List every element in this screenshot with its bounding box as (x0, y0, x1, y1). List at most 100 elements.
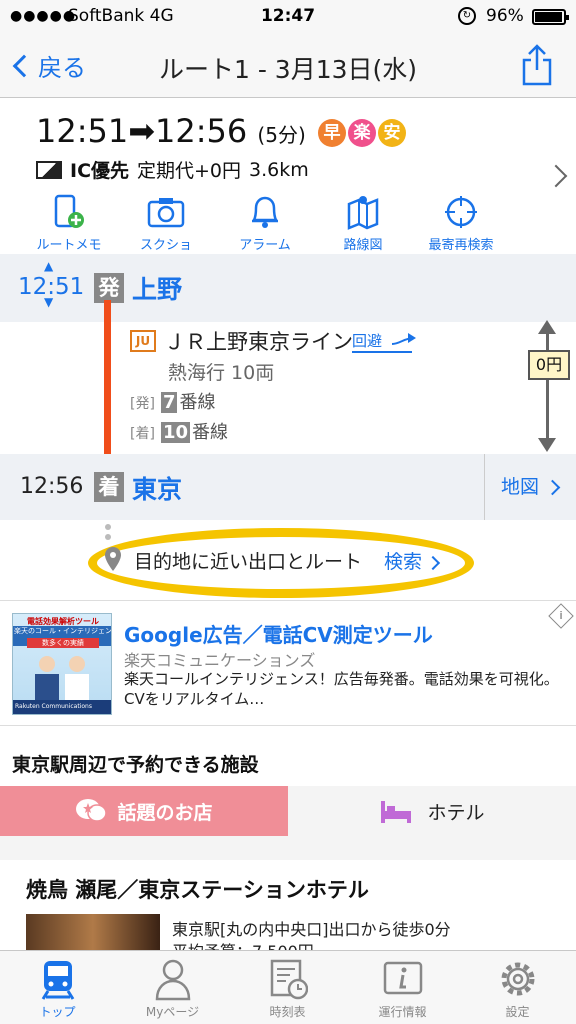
ad-people-icon (35, 656, 89, 702)
tool-label: ルートメモ (36, 238, 102, 253)
detour-arrow-icon (392, 333, 416, 345)
detour-button[interactable]: 回避 (352, 330, 416, 353)
departure-platform: [発] 7 番線 (130, 388, 215, 414)
ad-description: 楽天コールインテリジェンス！広告毎発番。電話効果を可視化。CVをリアルタイム… (124, 670, 559, 708)
alarm-button[interactable]: アラーム (210, 194, 320, 253)
tab-top[interactable]: トップ (0, 951, 115, 1024)
platform-tag: [発] (130, 396, 155, 412)
tab-label: 話題のお店 (117, 801, 213, 824)
exit-route-label: 目的地に近い出口とルート (134, 551, 363, 573)
triangle-down-icon (538, 438, 556, 452)
route-memo-icon (54, 194, 84, 228)
tool-label: スクショ (139, 238, 192, 253)
route-summary[interactable]: 12:51➡12:56 (5分) 早楽安 IC優先 定期代+0円 3.6km ル… (0, 98, 576, 254)
ic-card-icon (36, 160, 62, 179)
line-name: ＪＲ上野東京ライン (164, 330, 353, 354)
nav-bar: ルート1 - 3月13日(水) 戻る (0, 34, 576, 98)
line-code-badge: JU (130, 330, 156, 352)
tab-label: Myページ (145, 1005, 200, 1019)
arrival-time: 12:56 (20, 474, 84, 499)
walk-dot (105, 524, 111, 530)
shop-access: 東京駅[丸の内中央口]出口から徒歩0分 (172, 920, 451, 939)
walk-dot (105, 534, 111, 540)
platform-number: 7 (160, 392, 178, 413)
exit-search-button[interactable]: 検索 (384, 547, 441, 574)
route-map-button[interactable]: 路線図 (308, 194, 418, 253)
arrival-chip: 着 (94, 472, 124, 502)
location-pin-icon (105, 547, 121, 571)
tab-label: トップ (39, 1005, 76, 1019)
ad-title[interactable]: Google広告／電話CV測定ツール (124, 619, 433, 648)
train-destination: 熱海行 10両 (168, 362, 275, 384)
camera-icon (147, 198, 185, 228)
triangle-up-icon (538, 320, 556, 334)
fare-scale (546, 326, 549, 444)
tab-hotels[interactable]: ホテル (288, 786, 576, 836)
status-bar: ●●●●● SoftBank 4G 12:47 ↻ 96% (0, 0, 576, 34)
arrival-station-row[interactable]: 12:56 着 東京 地図 (0, 454, 576, 520)
tab-label: 設定 (505, 1005, 530, 1019)
tab-timetable[interactable]: 時刻表 (230, 951, 345, 1024)
tool-label: アラーム (239, 238, 291, 253)
nearest-research-button[interactable]: 最寄再検索 (406, 194, 516, 253)
exit-route-row[interactable]: 目的地に近い出口とルート 検索 (0, 520, 576, 600)
tab-popular-shops[interactable]: 話題のお店 (0, 786, 288, 836)
route-segment: JU ＪＲ上野東京ライン 回避 熱海行 10両 [発] 7 番線 [着] 10 番線 (0, 322, 576, 454)
platform-number: 10 (160, 422, 190, 443)
chat-star-icon (76, 799, 108, 822)
detour-label: 回避 (352, 332, 383, 350)
section-title: 東京駅周辺で予約できる施設 (12, 754, 259, 776)
ad-info-icon[interactable]: i (548, 603, 574, 629)
tab-bar: トップ Myページ 時刻表 運行情報 設定 (0, 950, 576, 1024)
fastest-badge: 早 (317, 119, 346, 147)
arrival-time: 12:56 (155, 112, 248, 150)
chevron-right-icon (544, 479, 561, 496)
departure-time: 12:51 (18, 274, 85, 300)
chevron-left-icon (12, 54, 36, 77)
ad-image[interactable]: 電話効果解析ツール 楽天のコール・インテリジェンス 数多くの実績 Rakuten… (12, 613, 112, 715)
platform-suffix: 番線 (192, 422, 228, 443)
map-button[interactable]: 地図 (484, 454, 576, 520)
rotation-lock-icon: ↻ (458, 7, 476, 25)
back-button[interactable]: 戻る (10, 48, 86, 83)
chevron-right-icon (425, 555, 441, 571)
fare-row: IC優先 定期代+0円 3.6km (36, 156, 309, 183)
share-icon[interactable] (520, 44, 554, 86)
target-icon (445, 196, 477, 228)
person-icon (155, 959, 190, 1001)
arrival-station-name[interactable]: 東京 (132, 470, 182, 506)
screenshot-button[interactable]: スクショ (111, 194, 221, 253)
chevron-right-icon[interactable] (544, 164, 568, 188)
advertisement[interactable]: 電話効果解析ツール 楽天のコール・インテリジェンス 数多くの実績 Rakuten… (0, 600, 576, 726)
divider (0, 836, 576, 860)
tab-settings[interactable]: 設定 (460, 951, 575, 1024)
ad-image-badge: 数多くの実績 (27, 638, 99, 648)
shop-name[interactable]: 焼鳥 瀬尾／東京ステーションホテル (26, 874, 369, 904)
shop-price: 平均予算：7,500円 (172, 938, 314, 950)
route-times: 12:51➡12:56 (5分) 早楽安 (36, 112, 406, 150)
route-memo-button[interactable]: ルートメモ (14, 194, 124, 253)
departure-station-row[interactable]: ▲ ▼ 12:51 発 上野 (0, 254, 576, 322)
timetable-icon (270, 959, 308, 1000)
tab-service-info[interactable]: 運行情報 (345, 951, 460, 1024)
bed-icon (381, 801, 412, 823)
shop-image[interactable] (26, 914, 160, 954)
fare-label: 定期代+0円 (137, 160, 242, 182)
info-icon (383, 961, 422, 995)
ad-sponsor: 楽天コミュニケーションズ (124, 651, 316, 670)
arrival-platform: [着] 10 番線 (130, 418, 228, 444)
tab-label: 運行情報 (378, 1005, 427, 1019)
back-label: 戻る (38, 54, 86, 82)
segment-fare: 0円 (528, 350, 570, 380)
route-map-icon (347, 196, 379, 230)
route-line (104, 300, 111, 468)
ad-image-footer: Rakuten Communications (13, 700, 111, 714)
tab-label: 時刻表 (269, 1005, 306, 1019)
departure-station-name[interactable]: 上野 (132, 270, 182, 306)
search-label: 検索 (384, 551, 423, 573)
departure-time: 12:51 (36, 112, 129, 150)
battery-icon (532, 9, 569, 25)
tab-mypage[interactable]: Myページ (115, 951, 230, 1024)
easiest-badge: 楽 (347, 119, 376, 147)
tab-label: ホテル (427, 801, 485, 824)
